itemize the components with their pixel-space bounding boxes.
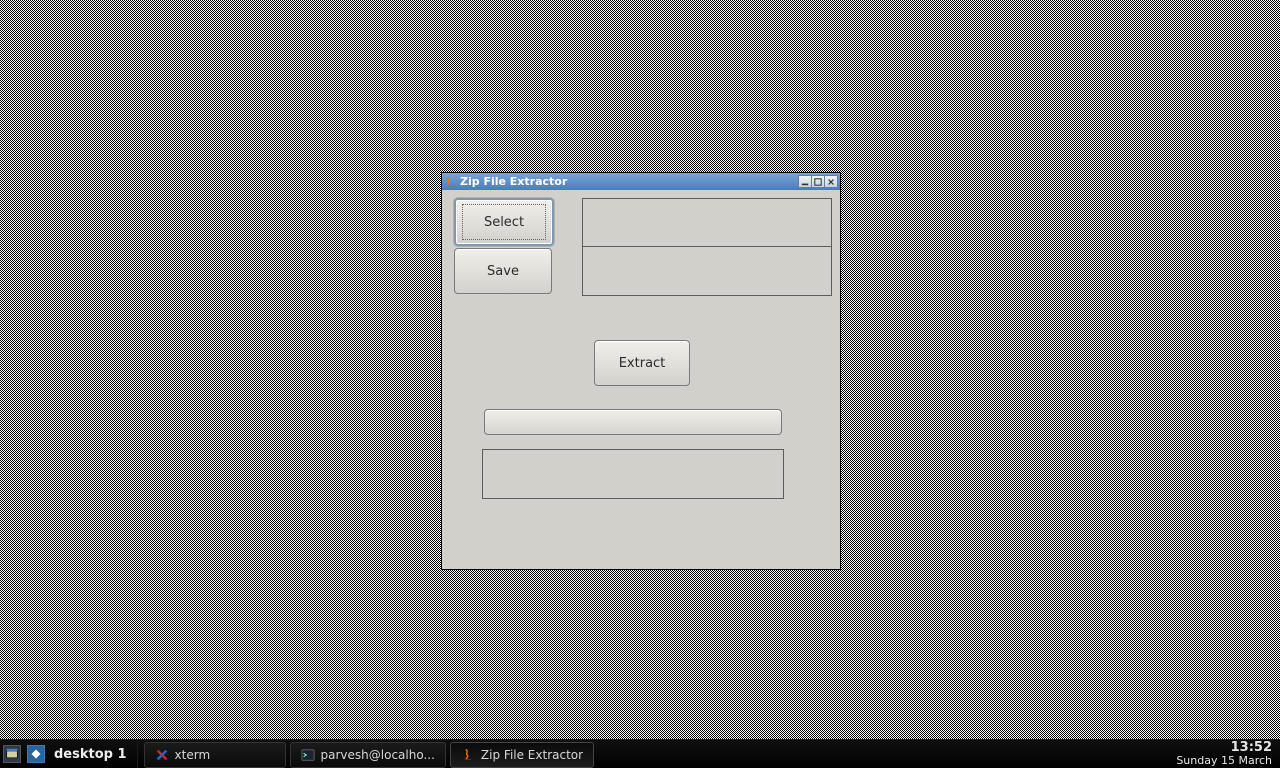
save-button-label: Save <box>487 264 519 279</box>
window-title: Zip File Extractor <box>460 175 794 188</box>
close-button[interactable] <box>825 175 838 188</box>
java-icon <box>444 176 456 188</box>
select-button[interactable]: Select <box>454 198 554 246</box>
taskbar-item-label: Zip File Extractor <box>481 748 583 762</box>
taskbar: desktop 1 xterm parvesh@localho... Zip F… <box>0 739 1280 768</box>
taskbar-left: desktop 1 xterm parvesh@localho... Zip F… <box>0 740 596 768</box>
extract-button-label: Extract <box>619 356 666 371</box>
taskbar-item-terminal[interactable]: parvesh@localho... <box>290 742 446 768</box>
pager-label: desktop 1 <box>54 747 127 762</box>
taskbar-item-xterm[interactable]: xterm <box>144 742 286 768</box>
status-field <box>482 449 784 499</box>
java-icon <box>461 748 475 762</box>
source-path-field[interactable] <box>582 198 832 248</box>
show-desktop-icon[interactable] <box>3 745 21 763</box>
taskbar-item-label: parvesh@localho... <box>321 748 435 762</box>
clock-date: Sunday 15 March <box>1176 755 1272 767</box>
extract-button[interactable]: Extract <box>594 340 690 386</box>
x-icon <box>155 748 169 762</box>
clock-time: 13:52 <box>1231 741 1272 755</box>
titlebar[interactable]: Zip File Extractor <box>442 173 840 190</box>
taskbar-clock[interactable]: 13:52 Sunday 15 March <box>1168 740 1280 768</box>
progress-bar <box>484 409 782 435</box>
select-button-label: Select <box>484 215 524 230</box>
window-content: Select Save Extract <box>442 190 840 569</box>
minimize-button[interactable] <box>798 175 812 188</box>
taskbar-item-label: xterm <box>175 748 211 762</box>
taskbar-item-zip-extractor[interactable]: Zip File Extractor <box>450 742 594 768</box>
maximize-button[interactable] <box>812 175 825 188</box>
dest-path-field[interactable] <box>582 246 832 296</box>
home-icon[interactable] <box>27 745 45 763</box>
app-window: Zip File Extractor Select Save <box>441 172 841 570</box>
desktop-pager[interactable]: desktop 1 <box>48 740 138 768</box>
terminal-icon <box>301 748 315 762</box>
save-button[interactable]: Save <box>454 248 552 294</box>
